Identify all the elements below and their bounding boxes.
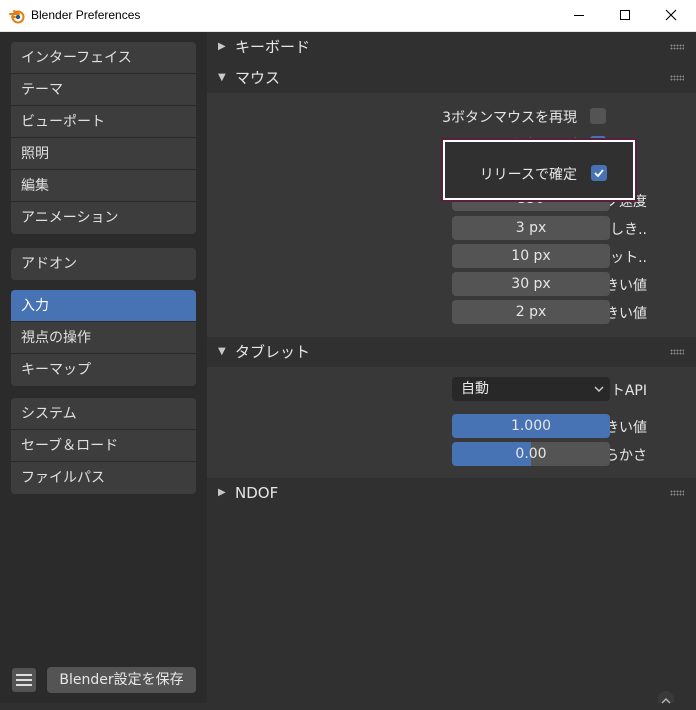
save-preferences-button[interactable]: Blender設定を保存 [47, 667, 196, 693]
emulate-3button-checkbox[interactable] [590, 108, 606, 124]
move-threshold-field[interactable]: 2 px [452, 300, 610, 324]
preferences-window: Blender Preferences インターフェイス テーマ ビューポート … [0, 0, 696, 704]
sidebar-group-addons: アドオン [11, 248, 196, 280]
emulate-3button-label: 3ボタンマウスを再現 [442, 110, 577, 126]
window-title: Blender Preferences [31, 8, 141, 22]
close-icon [665, 9, 677, 21]
sidebar-item-save-load[interactable]: セーブ＆ロード [11, 430, 196, 462]
release-confirms-label: リリースで確定 [479, 167, 577, 183]
sidebar-group-system: システム セーブ＆ロード ファイルパス [11, 398, 196, 494]
maximize-button[interactable] [602, 0, 648, 31]
mouse-drag-threshold-field[interactable]: 3 px [452, 216, 610, 240]
sidebar-item-viewport[interactable]: ビューポート [11, 106, 196, 138]
chevron-down-icon [594, 386, 604, 392]
checkmark-icon [594, 169, 604, 178]
collapsed-triangle-icon: ▶ [218, 487, 226, 498]
sidebar-item-input[interactable]: 入力 [11, 290, 196, 322]
collapsed-triangle-icon: ▶ [218, 41, 226, 52]
max-threshold-slider[interactable]: 1.000 [452, 414, 610, 438]
blender-logo-icon [9, 10, 25, 24]
title-bar[interactable]: Blender Preferences [0, 0, 696, 32]
chevron-up-icon [661, 698, 671, 704]
close-button[interactable] [648, 0, 694, 31]
preferences-sidebar: インターフェイス テーマ ビューポート 照明 編集 アニメーション アドオン 入… [0, 32, 207, 703]
panel-body-mouse: 3ボタンマウスを再現 連続グラブ ダブルクリック速度 350 マウスのドラッグし… [207, 93, 696, 337]
sidebar-item-themes[interactable]: テーマ [11, 74, 196, 106]
panel-header-keyboard[interactable]: ▶ キーボード [207, 32, 696, 62]
panel-header-tablet[interactable]: ▼ タブレット [207, 337, 696, 367]
maximize-icon [620, 10, 630, 20]
drag-grip-icon[interactable] [670, 75, 684, 81]
sidebar-item-interface[interactable]: インターフェイス [11, 42, 196, 74]
release-confirms-checkbox[interactable] [591, 165, 607, 181]
panel-body-tablet: タブレットAPI 自動 最大しきい値 1.000 柔らかさ 0.00 [207, 367, 696, 478]
drag-threshold-field[interactable]: 30 px [452, 272, 610, 296]
preferences-main: ▶ キーボード ▼ マウス 3ボタンマウスを再現 連続グラブ ダブルクリック速度… [207, 32, 696, 704]
scroll-up-button[interactable] [658, 691, 674, 704]
sidebar-item-system[interactable]: システム [11, 398, 196, 430]
tablet-api-dropdown[interactable]: 自動 [452, 377, 610, 401]
sidebar-item-editing[interactable]: 編集 [11, 170, 196, 202]
preferences-menu-button[interactable] [12, 668, 36, 692]
drag-grip-icon[interactable] [670, 349, 684, 355]
release-confirms-highlight: リリースで確定 [443, 140, 635, 200]
sidebar-item-navigation[interactable]: 視点の操作 [11, 322, 196, 354]
minimize-icon [574, 15, 584, 16]
sidebar-item-lights[interactable]: 照明 [11, 138, 196, 170]
minimize-button[interactable] [556, 0, 602, 31]
sidebar-group-interface: インターフェイス テーマ ビューポート 照明 編集 アニメーション [11, 42, 196, 234]
softness-slider[interactable]: 0.00 [452, 442, 610, 466]
sidebar-group-input: 入力 視点の操作 キーマップ [11, 290, 196, 386]
expanded-triangle-icon: ▼ [218, 72, 226, 83]
panel-header-mouse[interactable]: ▼ マウス [207, 63, 696, 93]
sidebar-item-animation[interactable]: アニメーション [11, 202, 196, 234]
sidebar-item-keymap[interactable]: キーマップ [11, 354, 196, 386]
drag-grip-icon[interactable] [670, 44, 684, 50]
expanded-triangle-icon: ▼ [218, 346, 226, 357]
hamburger-icon [16, 674, 32, 676]
panel-header-ndof[interactable]: ▶ NDOF [207, 478, 696, 508]
sidebar-item-addons[interactable]: アドオン [11, 248, 196, 280]
tablet-drag-threshold-field[interactable]: 10 px [452, 244, 610, 268]
sidebar-item-file-paths[interactable]: ファイルパス [11, 462, 196, 494]
drag-grip-icon[interactable] [670, 490, 684, 496]
